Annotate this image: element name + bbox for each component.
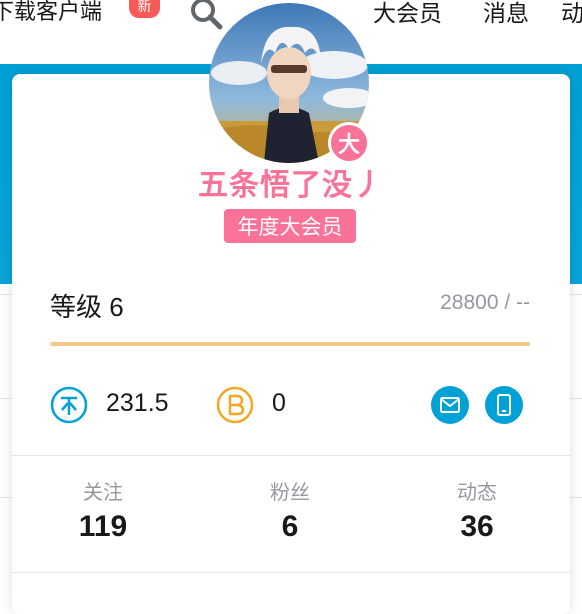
stat-dynamics-label: 动态 [457, 482, 497, 504]
bcoin-balance: 0 [272, 389, 286, 417]
stat-following-value: 119 [78, 510, 128, 543]
bcoin-icon [216, 386, 254, 424]
stat-following-label: 关注 [83, 482, 123, 504]
section-divider [12, 572, 570, 573]
new-badge: 新 [129, 0, 160, 18]
nav-messages[interactable]: 消息 [483, 0, 529, 28]
nav-dynamics[interactable]: 动 [561, 0, 582, 28]
experience-text: 28800 / -- [440, 291, 530, 314]
username[interactable]: 五条悟了没丿 [0, 160, 582, 204]
vip-badge: 大 [328, 122, 370, 164]
mail-verify-button[interactable] [431, 386, 469, 424]
stat-following[interactable]: 关注 119 [23, 480, 183, 546]
mail-icon [440, 397, 460, 413]
vip-status-tag[interactable]: 年度大会员 [224, 209, 356, 243]
phone-verify-button[interactable] [485, 386, 523, 424]
coin-icon [50, 386, 88, 424]
section-divider [12, 455, 570, 456]
experience-bar [50, 342, 530, 346]
nav-vip[interactable]: 大会员 [373, 0, 442, 28]
stat-followers[interactable]: 粉丝 6 [210, 480, 370, 546]
stat-followers-label: 粉丝 [270, 482, 310, 504]
experience-bar-fill [50, 342, 530, 346]
stat-followers-value: 6 [281, 510, 299, 543]
coin-balance: 231.5 [106, 389, 169, 417]
stat-dynamics[interactable]: 动态 36 [397, 480, 557, 546]
stat-dynamics-value: 36 [460, 510, 494, 543]
phone-icon [497, 394, 511, 416]
level-label: 等级 6 [50, 292, 124, 322]
download-client-link[interactable]: 下载客户端 [0, 0, 102, 26]
